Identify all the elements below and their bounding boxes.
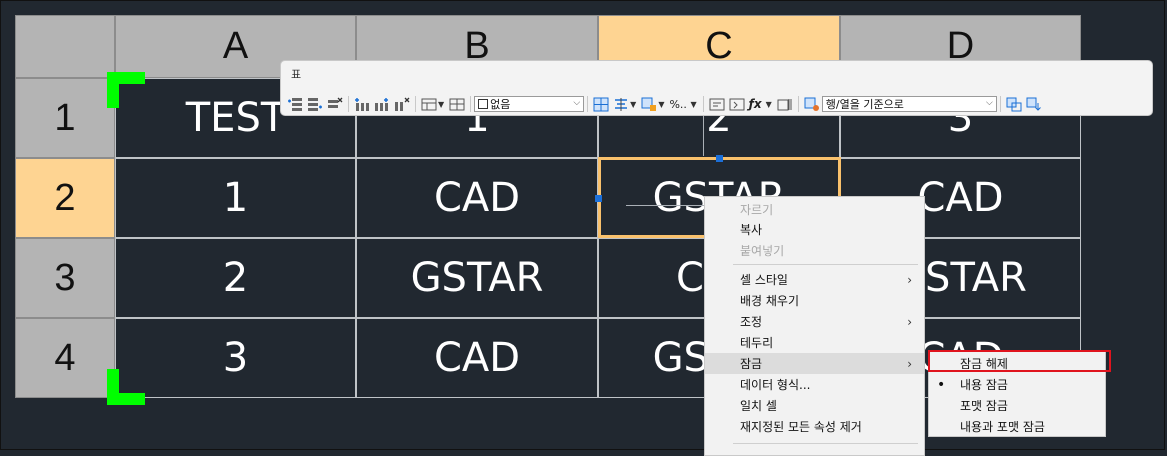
submenu-item-label: 내용과 포맷 잠금 xyxy=(960,420,1045,434)
chevron-right-icon: › xyxy=(907,356,912,371)
context-menu-item[interactable]: 조정 › xyxy=(705,311,924,332)
context-menu-item[interactable]: 일치 셀 xyxy=(705,395,924,416)
cell-lock-icon[interactable] xyxy=(641,97,657,112)
cell-border-dropdown[interactable]: 없음 ⌵ xyxy=(474,96,585,112)
cell-border-icon[interactable] xyxy=(593,97,609,112)
menu-item-label: 붙여넣기 xyxy=(740,244,785,258)
chevron-right-icon: › xyxy=(907,314,912,329)
menu-item-label: 재지정된 모든 속성 제거 xyxy=(740,420,862,434)
alignment-dropdown-icon[interactable]: ▼ xyxy=(630,100,636,109)
toolbar-separator xyxy=(587,96,589,112)
cursor-crosshair-v xyxy=(703,116,704,156)
menu-separator xyxy=(733,443,918,444)
menu-item-label: 테두리 xyxy=(740,336,774,350)
table-cell[interactable]: 3 xyxy=(115,318,356,398)
table-cell[interactable]: 1 xyxy=(115,158,356,238)
match-cell-icon[interactable] xyxy=(804,97,820,112)
context-menu-item[interactable]: 잠금 › xyxy=(705,353,924,374)
insert-block-icon[interactable] xyxy=(709,97,725,112)
toolbar-separator xyxy=(470,96,472,112)
data-format-icon[interactable]: %.. xyxy=(669,97,689,112)
merge-cells-dropdown-icon[interactable]: ▼ xyxy=(438,100,444,109)
cell-grip-left[interactable] xyxy=(595,195,602,202)
toolbar-separator xyxy=(415,96,416,112)
menu-item-label: 배경 채우기 xyxy=(740,294,800,308)
insert-column-left-icon[interactable] xyxy=(354,97,370,112)
context-menu-item[interactable]: 배경 채우기 xyxy=(705,290,924,311)
delete-column-icon[interactable] xyxy=(394,97,410,112)
menu-item-label: 데이터 형식... xyxy=(740,378,811,392)
context-menu: 자르기복사붙여넣기셀 스타일 › 배경 채우기조정 › 테두리잠금 › 데이터 형식... 일… xyxy=(704,196,925,456)
context-menu-item[interactable]: 데이터 형식... xyxy=(705,374,924,395)
checkbox-icon xyxy=(478,99,489,109)
formula-dropdown-icon[interactable]: ▼ xyxy=(766,100,772,109)
table-cell[interactable]: 2 xyxy=(115,238,356,318)
alignment-icon[interactable] xyxy=(613,97,629,112)
toolbar-separator xyxy=(999,96,1001,112)
toolbar-separator xyxy=(348,96,349,112)
menu-item-label: 조정 xyxy=(740,315,763,329)
toolbar-title: 표 xyxy=(291,68,302,81)
context-menu-item[interactable]: 재지정된 모든 속성 제거 xyxy=(705,416,924,437)
table-corner-marker-top-left-v xyxy=(107,72,119,108)
context-menu-item[interactable]: 테두리 xyxy=(705,332,924,353)
lock-submenu-item[interactable]: • 내용 잠금 xyxy=(929,374,1105,395)
menu-item-label: 셀 스타일 xyxy=(740,273,788,287)
context-menu-item[interactable]: 복사 xyxy=(705,219,924,240)
toolbar-row: ▼ 없음 ⌵ ▼ ▼ %.. ▼ ƒx ▼ 행/열을 기준으로 ⌵ xyxy=(285,95,1044,113)
submenu-item-label: 포맷 잠금 xyxy=(960,399,1008,413)
menu-separator xyxy=(733,264,918,265)
merge-cells-icon[interactable] xyxy=(421,97,437,112)
data-format-dropdown-icon[interactable]: ▼ xyxy=(690,100,696,109)
chevron-down-icon: ⌵ xyxy=(573,98,581,108)
cell-lock-dropdown-icon[interactable]: ▼ xyxy=(658,100,664,109)
insert-row-below-icon[interactable] xyxy=(307,97,323,112)
cell-grip-top[interactable] xyxy=(716,155,723,162)
chevron-right-icon: › xyxy=(907,272,912,287)
table-editor-toolbar: 표 ▼ 없음 ⌵ ▼ ▼ %.. ▼ ƒx ▼ 행/열을 기준으로 ⌵ xyxy=(280,60,1153,116)
cell-border-value: 없음 xyxy=(490,98,511,111)
download-changes-icon[interactable] xyxy=(1026,97,1042,112)
check-dot-icon: • xyxy=(937,376,946,393)
link-cell-icon[interactable] xyxy=(1006,97,1022,112)
menu-item-label: 잠금 xyxy=(740,357,763,371)
highlight-box xyxy=(928,350,1111,372)
formula-icon[interactable]: ƒx xyxy=(749,97,765,112)
chevron-down-icon: ⌵ xyxy=(985,98,993,108)
context-menu-item[interactable]: 붙여넣기 xyxy=(705,240,924,261)
cursor-crosshair-h xyxy=(626,205,704,206)
menu-item-label: 복사 xyxy=(740,223,763,237)
match-dropdown-value: 행/열을 기준으로 xyxy=(825,98,904,111)
toolbar-separator xyxy=(702,96,704,112)
delete-row-icon[interactable] xyxy=(327,97,343,112)
match-dropdown[interactable]: 행/열을 기준으로 ⌵ xyxy=(821,96,997,112)
insert-column-right-icon[interactable] xyxy=(374,97,390,112)
row-header[interactable]: 1 xyxy=(15,78,115,158)
insert-field-icon[interactable] xyxy=(729,97,745,112)
row-header[interactable]: 2 xyxy=(15,158,115,238)
insert-row-above-icon[interactable] xyxy=(287,97,303,112)
table-cell[interactable]: CAD xyxy=(356,158,598,238)
context-menu-item[interactable]: 셀 스타일 › xyxy=(705,269,924,290)
manage-cell-content-icon[interactable] xyxy=(777,97,793,112)
table-cell[interactable]: CAD xyxy=(356,318,598,398)
lock-submenu-item[interactable]: 내용과 포맷 잠금 xyxy=(929,416,1105,437)
row-header[interactable]: 3 xyxy=(15,238,115,318)
table-cell[interactable]: GSTAR xyxy=(356,238,598,318)
context-menu-item[interactable]: 자르기 xyxy=(705,199,924,220)
menu-item-label: 자르기 xyxy=(740,203,774,217)
header-corner[interactable] xyxy=(15,15,115,78)
lock-submenu-item[interactable]: 포맷 잠금 xyxy=(929,395,1105,416)
row-header[interactable]: 4 xyxy=(15,318,115,398)
table-corner-marker-bottom-left-v xyxy=(107,369,119,405)
menu-item-label: 일치 셀 xyxy=(740,399,777,413)
unmerge-cells-icon[interactable] xyxy=(449,97,465,112)
submenu-item-label: 내용 잠금 xyxy=(960,378,1008,392)
toolbar-separator xyxy=(797,96,799,112)
